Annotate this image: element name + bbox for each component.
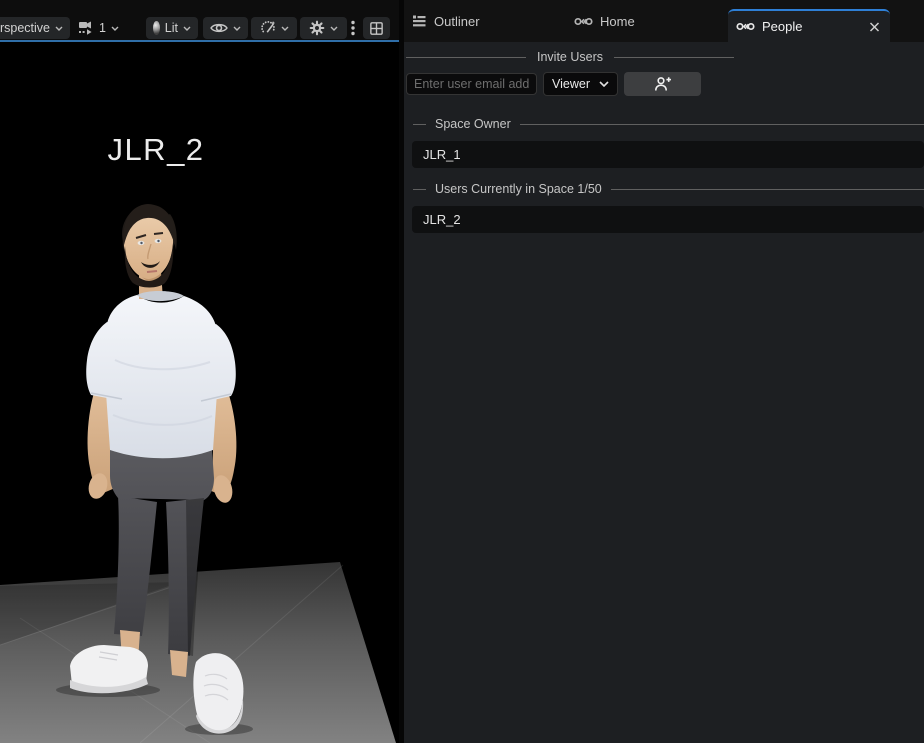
close-icon: [869, 21, 880, 32]
user-name: JLR_1: [423, 147, 461, 162]
show-flags-dropdown[interactable]: [203, 17, 248, 39]
section-divider-line: [520, 124, 924, 125]
section-divider-line: [413, 189, 426, 190]
chevron-down-icon: [55, 26, 63, 31]
user-row-current[interactable]: JLR_2: [412, 206, 924, 233]
panel-splitter[interactable]: [399, 0, 404, 743]
viewmode-options-dropdown[interactable]: [251, 17, 297, 39]
camera-speed-value: 1: [99, 21, 106, 35]
app-window: JLR_2 Perspective 1 Lit: [0, 0, 924, 743]
gear-icon: [309, 20, 325, 36]
tab-label: Home: [600, 14, 635, 29]
tab-label: People: [762, 19, 802, 34]
viewport-overflow-menu[interactable]: [346, 17, 360, 39]
layout-quad-button[interactable]: [363, 17, 390, 39]
outliner-icon: [412, 14, 427, 28]
grid-layout-icon: [370, 21, 383, 36]
tab-label: Outliner: [434, 14, 480, 29]
user-row-owner[interactable]: JLR_1: [412, 141, 924, 168]
section-divider-line: [614, 57, 734, 58]
close-tab-button[interactable]: [869, 21, 880, 32]
view-mode-label: Lit: [165, 21, 178, 35]
section-divider-line: [413, 124, 426, 125]
viewport-toolbar: Perspective 1 Lit: [0, 0, 399, 40]
invite-users-title: Invite Users: [537, 50, 603, 64]
tab-outliner[interactable]: Outliner: [404, 0, 566, 42]
chevron-down-icon: [330, 26, 338, 31]
space-owner-header: Space Owner: [413, 116, 924, 132]
tab-people[interactable]: People: [728, 9, 890, 42]
invite-email-input[interactable]: [406, 73, 537, 95]
section-divider-line: [406, 57, 526, 58]
chevron-down-icon: [111, 26, 119, 31]
tab-home[interactable]: Home: [566, 0, 728, 42]
people-panel: Invite Users Viewer: [404, 42, 924, 233]
chevron-down-icon: [233, 26, 241, 31]
app-key-icon: [736, 21, 755, 32]
lit-sphere-icon: [153, 21, 160, 35]
viewport-3d[interactable]: JLR_2 Perspective 1 Lit: [0, 0, 399, 743]
section-divider-line: [611, 189, 924, 190]
chevron-down-icon: [183, 26, 191, 31]
users-in-space-header: Users Currently in Space 1/50: [413, 181, 924, 197]
side-panel: Outliner Home: [404, 0, 924, 743]
player-nametag: JLR_2: [0, 132, 312, 168]
role-selected-value: Viewer: [552, 77, 590, 91]
invite-controls: Viewer: [406, 72, 924, 96]
perspective-dropdown[interactable]: Perspective: [0, 17, 70, 39]
ellipsis-vertical-icon: [351, 20, 355, 36]
gauge-icon: [260, 20, 276, 36]
add-user-button[interactable]: [624, 72, 701, 96]
role-select[interactable]: Viewer: [543, 72, 618, 96]
view-mode-dropdown[interactable]: Lit: [146, 17, 198, 39]
camera-icon: [78, 21, 94, 36]
chevron-down-icon: [599, 81, 609, 87]
chevron-down-icon: [281, 26, 289, 31]
perspective-label: Perspective: [0, 21, 50, 35]
app-key-icon: [574, 16, 593, 27]
user-name: JLR_2: [423, 212, 461, 227]
users-in-space-title: Users Currently in Space 1/50: [435, 182, 602, 196]
space-owner-title: Space Owner: [435, 117, 511, 131]
camera-speed-control[interactable]: 1: [78, 17, 119, 39]
eye-icon: [210, 22, 228, 34]
viewport-settings-dropdown[interactable]: [300, 17, 347, 39]
scene-render: [0, 0, 399, 743]
person-plus-icon: [653, 76, 672, 92]
invite-users-header: Invite Users: [406, 49, 734, 65]
panel-tabbar: Outliner Home: [404, 0, 924, 42]
viewport-active-border: [0, 40, 399, 42]
